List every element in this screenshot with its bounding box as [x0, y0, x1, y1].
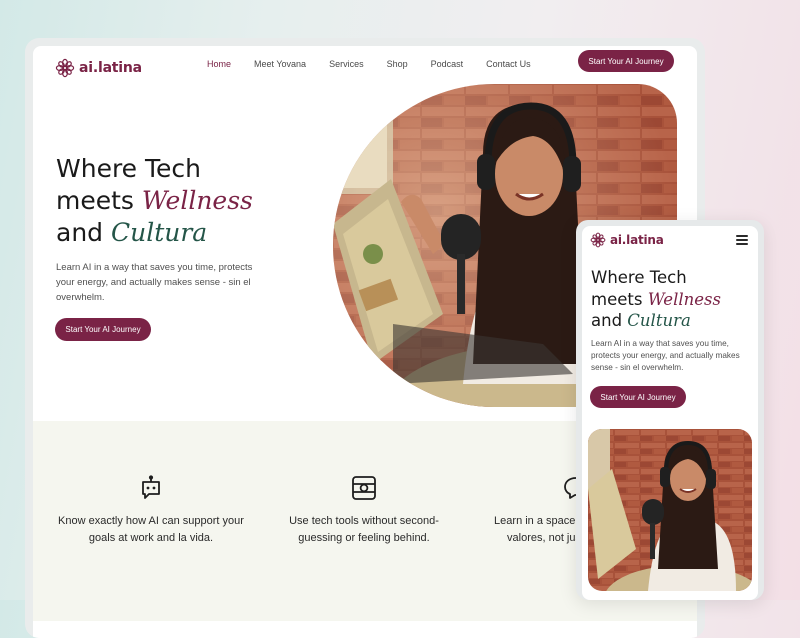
- hero-subtitle: Learn AI in a way that saves you time, p…: [56, 262, 253, 303]
- mobile-page: ai.latina Where Tech meets Wellness and …: [582, 226, 758, 600]
- mobile-hero-cta-button[interactable]: Start Your AI Journey: [590, 386, 686, 408]
- mobile-hero-line-3: and Cultura: [591, 310, 721, 332]
- mobile-hero-subtitle: Learn AI in a way that saves you time, p…: [591, 339, 740, 372]
- main-nav: Home Meet Yovana Services Shop Podcast C…: [207, 59, 531, 69]
- brand-name: ai.latina: [79, 60, 142, 76]
- hero-line-2-prefix: meets: [56, 186, 142, 215]
- mobile-hero-photo: [588, 429, 752, 591]
- nav-item-home[interactable]: Home: [207, 59, 231, 69]
- feature-text-1: Know exactly how AI can support your goa…: [58, 515, 244, 544]
- mobile-mockup: ai.latina Where Tech meets Wellness and …: [576, 220, 764, 600]
- nav-item-shop[interactable]: Shop: [387, 59, 408, 69]
- mobile-podcast-host-image: [588, 429, 752, 591]
- mobile-hero-line-3-prefix: and: [591, 311, 628, 330]
- feature-card-1: Know exactly how AI can support your goa…: [56, 475, 246, 547]
- hero-headline: Where Tech meets Wellness and Cultura: [56, 153, 253, 249]
- feature-card-2: Use tech tools without second-guessing o…: [269, 475, 459, 547]
- mobile-hero-emphasis-cultura: Cultura: [627, 311, 691, 330]
- hamburger-icon[interactable]: [736, 235, 748, 245]
- nav-item-podcast[interactable]: Podcast: [431, 59, 464, 69]
- hero-emphasis-cultura: Cultura: [110, 218, 208, 247]
- hero-line-3: and Cultura: [56, 217, 253, 249]
- nav-item-contact-us[interactable]: Contact Us: [486, 59, 531, 69]
- nav-item-meet-yovana[interactable]: Meet Yovana: [254, 59, 306, 69]
- hero-cta-button[interactable]: Start Your AI Journey: [55, 318, 151, 341]
- feature-text-2: Use tech tools without second-guessing o…: [289, 515, 439, 544]
- nav-cta-button[interactable]: Start Your AI Journey: [578, 50, 674, 72]
- nav-item-services[interactable]: Services: [329, 59, 364, 69]
- mobile-hero-headline: Where Tech meets Wellness and Cultura: [591, 267, 721, 332]
- flower-logo-icon: [55, 58, 75, 78]
- mobile-hero-line-2-prefix: meets: [591, 289, 648, 309]
- flower-logo-icon: [590, 232, 606, 248]
- hero-emphasis-wellness: Wellness: [141, 186, 253, 215]
- hero-line-1: Where Tech: [56, 154, 201, 183]
- robot-icon: [142, 475, 160, 499]
- mobile-brand-logo[interactable]: ai.latina: [590, 232, 664, 248]
- hero-line-2: meets Wellness: [56, 185, 253, 217]
- mobile-hero-emphasis-wellness: Wellness: [647, 289, 721, 309]
- hero-line-3-prefix: and: [56, 218, 111, 247]
- mobile-brand-name: ai.latina: [610, 233, 664, 247]
- tools-icon: [352, 476, 376, 500]
- mobile-hero-line-2: meets Wellness: [591, 289, 721, 311]
- brand-logo[interactable]: ai.latina: [55, 58, 142, 78]
- mobile-hero-line-1: Where Tech: [591, 268, 687, 287]
